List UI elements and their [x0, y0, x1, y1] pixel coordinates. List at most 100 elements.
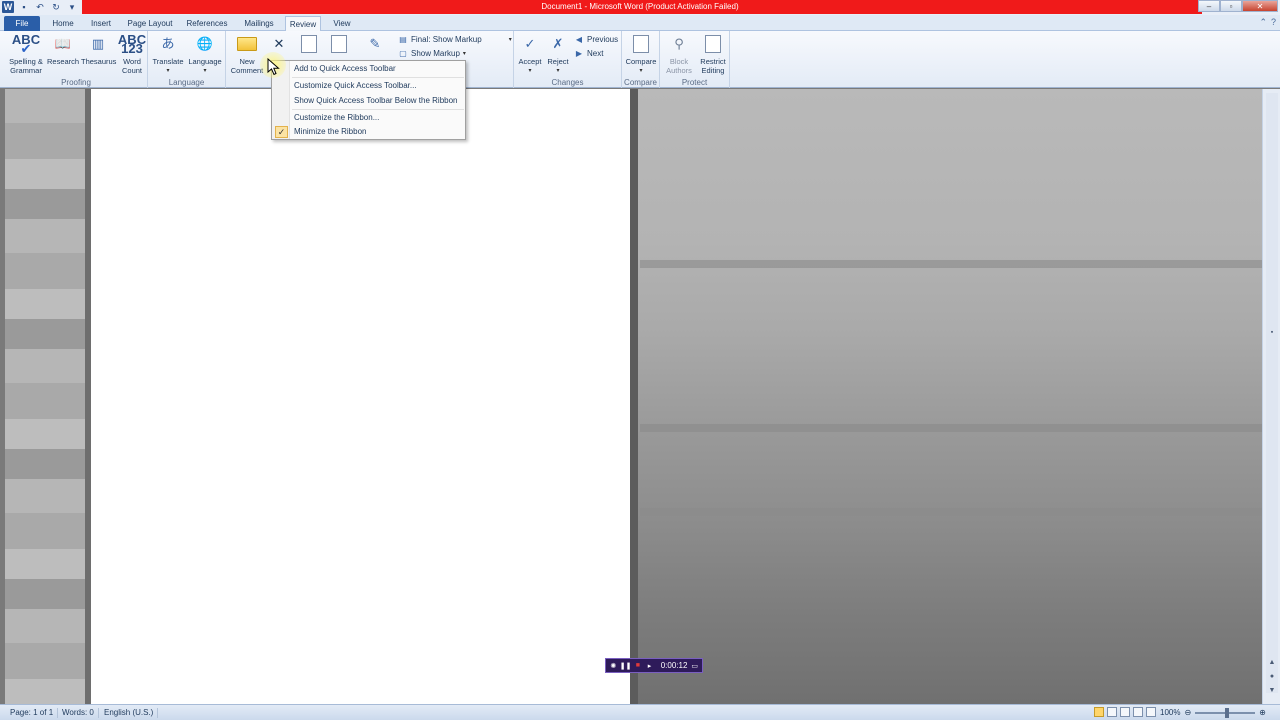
language-globe-icon: 🌐 [196, 35, 214, 51]
display-for-review-dropdown[interactable]: ▤ Final: Show Markup ▾ [398, 35, 512, 44]
group-language: あ Translate ▾ 🌐 Language ▾ Language [148, 31, 226, 88]
research-icon: 📖 [54, 35, 72, 51]
menu-item-customize-qat[interactable]: Customize Quick Access Toolbar... [294, 80, 417, 92]
restore-window-icon[interactable]: ▫ [1220, 0, 1242, 12]
draft-view-icon[interactable] [1146, 707, 1156, 717]
window-controls: – ▫ ✕ [1198, 0, 1278, 12]
recorder-menu-icon[interactable]: ▭ [690, 660, 699, 671]
zoom-in-icon[interactable]: ⊕ [1259, 708, 1266, 717]
save-icon[interactable]: ▪ [18, 2, 30, 13]
print-layout-view-icon[interactable] [1094, 707, 1104, 717]
language-button[interactable]: 🌐 Language ▾ [186, 33, 224, 75]
tab-mailings[interactable]: Mailings [238, 16, 280, 31]
previous-change-button[interactable]: ◀ Previous [574, 35, 618, 44]
tab-review[interactable]: Review [285, 16, 321, 31]
close-window-icon[interactable]: ✕ [1242, 0, 1278, 12]
next-comment-icon [328, 33, 350, 55]
compare-button[interactable]: Compare ▾ [624, 33, 658, 75]
reject-button[interactable]: ✗ Reject ▾ [544, 33, 572, 75]
word-count-button[interactable]: ABC 123 Word Count [117, 33, 147, 75]
minimize-window-icon[interactable]: – [1198, 0, 1220, 12]
tab-insert[interactable]: Insert [84, 16, 118, 31]
menu-item-customize-ribbon[interactable]: Customize the Ribbon... [294, 112, 379, 124]
undo-icon[interactable]: ↶ [34, 2, 46, 13]
recorder-stop-icon[interactable]: ■ [634, 660, 643, 671]
group-changes: ✓ Accept ▾ ✗ Reject ▾ ◀ Previous ▶ Next … [514, 31, 622, 88]
previous-comment-icon [298, 33, 320, 55]
previous-change-icon: ◀ [575, 35, 583, 44]
track-changes-icon: ✎ [369, 35, 381, 51]
compare-icon [630, 33, 652, 55]
spelling-grammar-button[interactable]: ABC ✔ Spelling & Grammar [7, 33, 45, 75]
status-words[interactable]: Words: 0 [58, 708, 99, 718]
scrollbar-thumb[interactable] [1266, 93, 1278, 693]
redo-icon[interactable]: ↻ [50, 2, 62, 13]
research-button[interactable]: 📖 Research [47, 33, 79, 67]
zoom-out-icon[interactable]: ⊖ [1184, 708, 1191, 717]
scroll-down-icon[interactable]: ▼ [1267, 687, 1277, 697]
web-layout-view-icon[interactable] [1120, 707, 1130, 717]
recorder-elapsed-time: 0:00:12 [660, 661, 688, 670]
document-page[interactable] [91, 89, 630, 704]
scroll-marker-icon: ▪ [1270, 329, 1274, 336]
tab-home[interactable]: Home [46, 16, 80, 31]
reject-dropdown-icon: ▾ [556, 67, 560, 74]
translate-icon: あ [161, 35, 175, 51]
translate-button[interactable]: あ Translate ▾ [150, 33, 186, 75]
show-markup-dropdown[interactable]: ▢ Show Markup ▾ [398, 49, 466, 58]
zoom-slider[interactable] [1195, 707, 1256, 718]
screen-recorder-widget: ✺ ❚❚ ■ ▸ 0:00:12 ▭ [605, 658, 703, 673]
new-comment-button[interactable]: New Comment [230, 33, 264, 75]
group-label-changes: Changes [551, 78, 584, 87]
vertical-scrollbar[interactable]: ▪ ▲ ● ▼ [1262, 89, 1280, 704]
help-icon[interactable]: ? [1271, 17, 1276, 28]
customize-qat-arrow-icon[interactable]: ▾ [66, 2, 78, 13]
display-for-review-arrow-icon: ▾ [508, 37, 512, 43]
recorder-pause-icon[interactable]: ❚❚ [620, 660, 632, 671]
previous-comment-button[interactable] [298, 33, 320, 58]
zoom-level[interactable]: 100% [1160, 708, 1180, 717]
tab-file[interactable]: File [4, 16, 40, 31]
tab-page-layout[interactable]: Page Layout [124, 16, 176, 31]
document-right-background [638, 89, 1262, 704]
document-left-margin [5, 89, 85, 704]
show-markup-arrow-icon: ▾ [462, 51, 466, 57]
accept-button[interactable]: ✓ Accept ▾ [516, 33, 544, 75]
word-count-icon: ABC 123 [117, 32, 147, 56]
mouse-cursor-icon [267, 58, 280, 76]
minimize-ribbon-check-icon: ✓ [275, 126, 288, 138]
menu-item-add-to-qat[interactable]: Add to Quick Access Toolbar [294, 63, 396, 75]
menu-item-minimize-ribbon[interactable]: Minimize the Ribbon [294, 126, 366, 138]
background-stripe [640, 508, 1262, 516]
status-language[interactable]: English (U.S.) [100, 708, 159, 718]
block-authors-icon: ⚲ [674, 35, 684, 51]
next-change-button[interactable]: ▶ Next [574, 49, 604, 58]
qat-context-menu: Add to Quick Access Toolbar Customize Qu… [271, 60, 466, 140]
outline-view-icon[interactable] [1133, 707, 1143, 717]
block-authors-button[interactable]: ⚲ Block Authors [662, 33, 696, 75]
view-switcher [1094, 707, 1156, 717]
track-changes-button[interactable]: ✎ [362, 33, 388, 58]
page-edge [630, 89, 638, 704]
word-logo-icon[interactable]: W [2, 1, 14, 13]
thesaurus-icon: ▥ [91, 35, 105, 51]
status-page[interactable]: Page: 1 of 1 [6, 708, 59, 718]
window-title: Document1 - Microsoft Word (Product Acti… [541, 2, 739, 11]
scroll-up-icon[interactable]: ▲ [1267, 659, 1277, 669]
recorder-play-icon[interactable]: ▸ [645, 660, 654, 671]
menu-item-show-qat-below[interactable]: Show Quick Access Toolbar Below the Ribb… [294, 95, 458, 107]
tab-references[interactable]: References [182, 16, 232, 31]
recorder-spinner-icon: ✺ [610, 662, 617, 670]
restrict-editing-button[interactable]: Restrict Editing [696, 33, 730, 75]
group-label-compare: Compare [624, 78, 657, 87]
select-browse-object-icon[interactable]: ● [1267, 673, 1277, 683]
minimize-ribbon-icon[interactable]: ⌃ [1259, 17, 1267, 28]
thesaurus-button[interactable]: ▥ Thesaurus [81, 33, 116, 67]
zoom-slider-knob[interactable] [1225, 707, 1230, 718]
next-comment-button[interactable] [328, 33, 350, 58]
background-stripe [640, 424, 1262, 432]
tab-view[interactable]: View [326, 16, 358, 31]
display-for-review-icon: ▤ [399, 35, 407, 44]
full-screen-reading-view-icon[interactable] [1107, 707, 1117, 717]
group-label-proofing: Proofing [61, 78, 91, 87]
